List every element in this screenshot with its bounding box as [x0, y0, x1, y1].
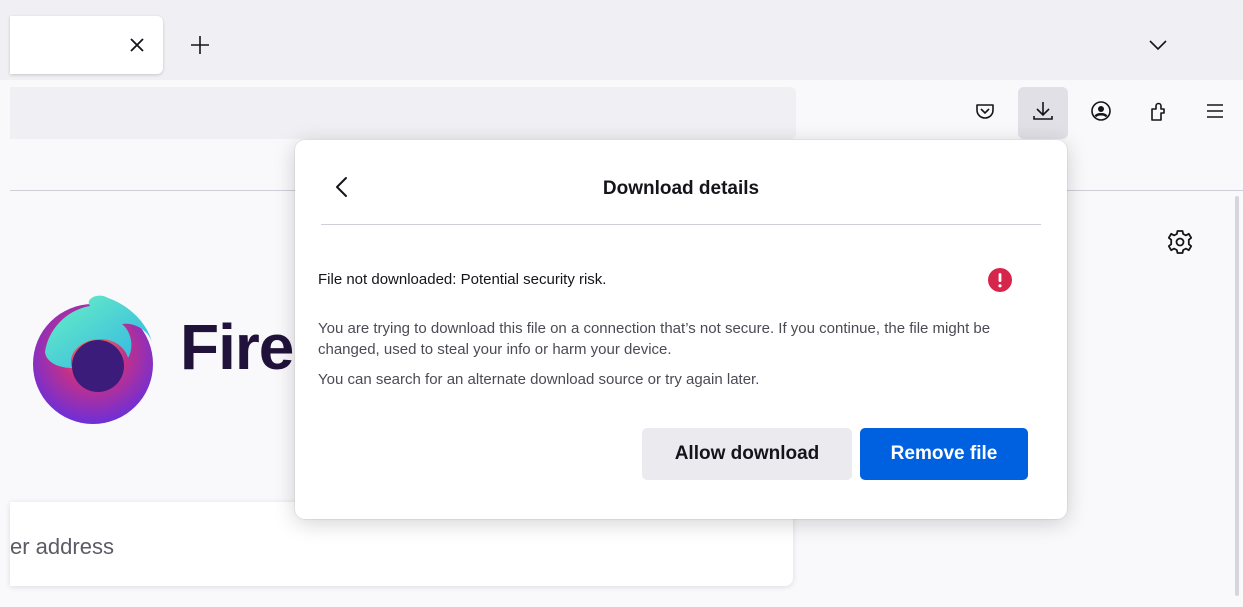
download-icon: [1031, 99, 1055, 128]
menu-icon: [1204, 100, 1226, 127]
chevron-down-icon[interactable]: [1147, 34, 1169, 56]
plus-icon[interactable]: [188, 33, 212, 57]
close-icon[interactable]: [126, 34, 148, 56]
remove-file-button[interactable]: Remove file: [860, 428, 1028, 480]
download-details-panel: Download details File not downloaded: Po…: [295, 140, 1067, 519]
security-suggestion: You can search for an alternate download…: [318, 371, 760, 388]
scrollbar[interactable]: [1235, 196, 1239, 596]
nav-bar: [0, 80, 1243, 140]
account-button[interactable]: [1076, 87, 1126, 139]
security-description: You are trying to download this file on …: [318, 320, 991, 358]
downloads-button[interactable]: [1018, 87, 1068, 139]
extensions-icon: [1146, 99, 1170, 128]
panel-divider: [321, 224, 1041, 225]
security-warning: File not downloaded: Potential security …: [318, 271, 607, 288]
extensions-button[interactable]: [1133, 87, 1183, 139]
allow-download-button[interactable]: Allow download: [642, 428, 852, 480]
gear-icon[interactable]: [1166, 228, 1194, 256]
active-tab[interactable]: [10, 16, 163, 74]
account-icon: [1089, 99, 1113, 128]
search-placeholder: er address: [10, 534, 114, 559]
menu-button[interactable]: [1190, 87, 1240, 139]
url-bar[interactable]: [10, 87, 796, 139]
firefox-logo: [30, 292, 160, 432]
alert-icon: [988, 268, 1012, 292]
firefox-wordmark: Fire: [180, 311, 294, 383]
tab-strip: [0, 0, 1243, 80]
pocket-icon: [974, 100, 996, 127]
panel-title: Download details: [602, 178, 760, 199]
pocket-button[interactable]: [960, 87, 1010, 139]
